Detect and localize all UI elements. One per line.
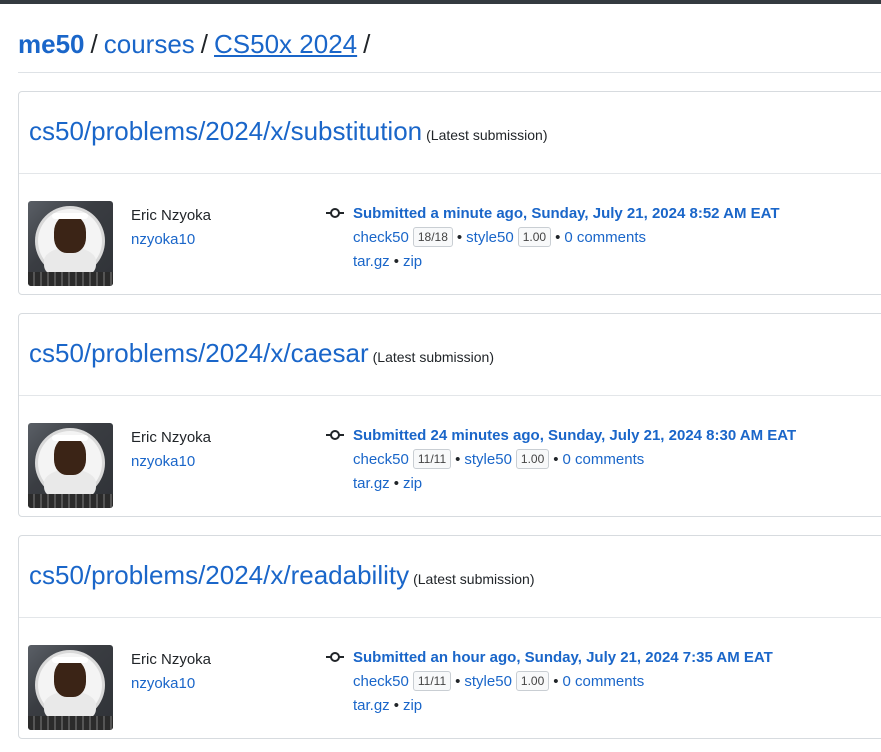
user-name: Eric Nzyoka: [131, 207, 212, 224]
comments-link[interactable]: 0 comments: [564, 229, 646, 246]
problem-slug-link[interactable]: cs50/problems/2024/x/readability: [29, 560, 409, 590]
latest-submission-label: (Latest submission): [413, 571, 535, 587]
breadcrumb-course-link[interactable]: CS50x 2024: [214, 29, 357, 59]
submission-meta: Submitted a minute ago, Sunday, July 21,…: [326, 202, 780, 274]
breadcrumb-separator: /: [363, 29, 371, 59]
git-commit-icon: [326, 652, 344, 662]
style50-link[interactable]: style50: [464, 673, 512, 690]
submission-card: cs50/problems/2024/x/caesar (Latest submi…: [18, 313, 881, 517]
style50-link[interactable]: style50: [464, 451, 512, 468]
bullet-separator: •: [393, 475, 399, 492]
breadcrumb: me50/courses / CS50x 2024/: [18, 28, 376, 60]
card-title: cs50/problems/2024/x/caesar (Latest submi…: [29, 338, 494, 369]
download-targz-link[interactable]: tar.gz: [353, 253, 390, 270]
card-title: cs50/problems/2024/x/readability (Latest …: [29, 560, 535, 591]
submission-meta: Submitted 24 minutes ago, Sunday, July 2…: [326, 424, 796, 496]
submitted-timestamp-link[interactable]: Submitted an hour ago, Sunday, July 21, …: [353, 649, 773, 666]
user-name: Eric Nzyoka: [131, 651, 212, 668]
check50-link[interactable]: check50: [353, 673, 409, 690]
top-bar: [0, 0, 881, 4]
card-body: Eric Nzyoka nzyoka10 Submitted 24 minute…: [19, 396, 881, 516]
check50-score-badge: 11/11: [412, 671, 452, 691]
submitted-timestamp-link[interactable]: Submitted 24 minutes ago, Sunday, July 2…: [353, 427, 796, 444]
bullet-separator: •: [455, 451, 461, 468]
bullet-separator: •: [393, 697, 399, 714]
bullet-separator: •: [553, 673, 559, 690]
download-zip-link[interactable]: zip: [403, 697, 422, 714]
breadcrumb-courses-link[interactable]: courses: [104, 29, 195, 59]
user-handle-link[interactable]: nzyoka10: [131, 450, 211, 474]
card-header: cs50/problems/2024/x/readability (Latest …: [19, 536, 881, 618]
check50-score-badge: 18/18: [412, 227, 453, 247]
bullet-separator: •: [555, 229, 561, 246]
check50-link[interactable]: check50: [353, 229, 409, 246]
download-targz-link[interactable]: tar.gz: [353, 697, 390, 714]
problem-slug-link[interactable]: cs50/problems/2024/x/substitution: [29, 116, 422, 146]
comments-link[interactable]: 0 comments: [563, 451, 645, 468]
card-header: cs50/problems/2024/x/caesar (Latest submi…: [19, 314, 881, 396]
bullet-separator: •: [456, 229, 463, 246]
submission-meta: Submitted an hour ago, Sunday, July 21, …: [326, 646, 773, 718]
submitted-timestamp-link[interactable]: Submitted a minute ago, Sunday, July 21,…: [353, 205, 780, 222]
user-name: Eric Nzyoka: [131, 429, 212, 446]
divider: [18, 72, 881, 73]
check50-score-badge: 11/11: [412, 449, 452, 469]
user-avatar[interactable]: [28, 645, 113, 730]
card-body: Eric Nzyoka nzyoka10 Submitted an hour a…: [19, 618, 881, 738]
card-header: cs50/problems/2024/x/substitution (Latest…: [19, 92, 881, 174]
submission-card: cs50/problems/2024/x/substitution (Latest…: [18, 91, 881, 295]
download-zip-link[interactable]: zip: [403, 253, 422, 270]
user-info: Eric Nzyoka nzyoka10: [131, 426, 211, 474]
bullet-separator: •: [455, 673, 461, 690]
latest-submission-label: (Latest submission): [426, 127, 548, 143]
user-handle-link[interactable]: nzyoka10: [131, 228, 211, 252]
style50-link[interactable]: style50: [466, 229, 514, 246]
user-avatar[interactable]: [28, 423, 113, 508]
breadcrumb-home-link[interactable]: me50: [18, 29, 85, 59]
bullet-separator: •: [553, 451, 559, 468]
user-info: Eric Nzyoka nzyoka10: [131, 204, 211, 252]
submission-card: cs50/problems/2024/x/readability (Latest …: [18, 535, 881, 739]
check50-link[interactable]: check50: [353, 451, 409, 468]
breadcrumb-separator: /: [90, 29, 98, 59]
download-zip-link[interactable]: zip: [403, 475, 422, 492]
style50-score-badge: 1.00: [515, 449, 550, 469]
user-handle-link[interactable]: nzyoka10: [131, 672, 211, 696]
style50-score-badge: 1.00: [517, 227, 552, 247]
comments-link[interactable]: 0 comments: [563, 673, 645, 690]
problem-slug-link[interactable]: cs50/problems/2024/x/caesar: [29, 338, 369, 368]
card-title: cs50/problems/2024/x/substitution (Latest…: [29, 116, 548, 147]
git-commit-icon: [326, 430, 344, 440]
style50-score-badge: 1.00: [515, 671, 550, 691]
card-body: Eric Nzyoka nzyoka10 Submitted a minute …: [19, 174, 881, 294]
git-commit-icon: [326, 208, 344, 218]
user-avatar[interactable]: [28, 201, 113, 286]
breadcrumb-separator: /: [200, 29, 209, 59]
bullet-separator: •: [393, 253, 399, 270]
latest-submission-label: (Latest submission): [372, 349, 495, 365]
download-targz-link[interactable]: tar.gz: [353, 475, 390, 492]
user-info: Eric Nzyoka nzyoka10: [131, 648, 211, 696]
